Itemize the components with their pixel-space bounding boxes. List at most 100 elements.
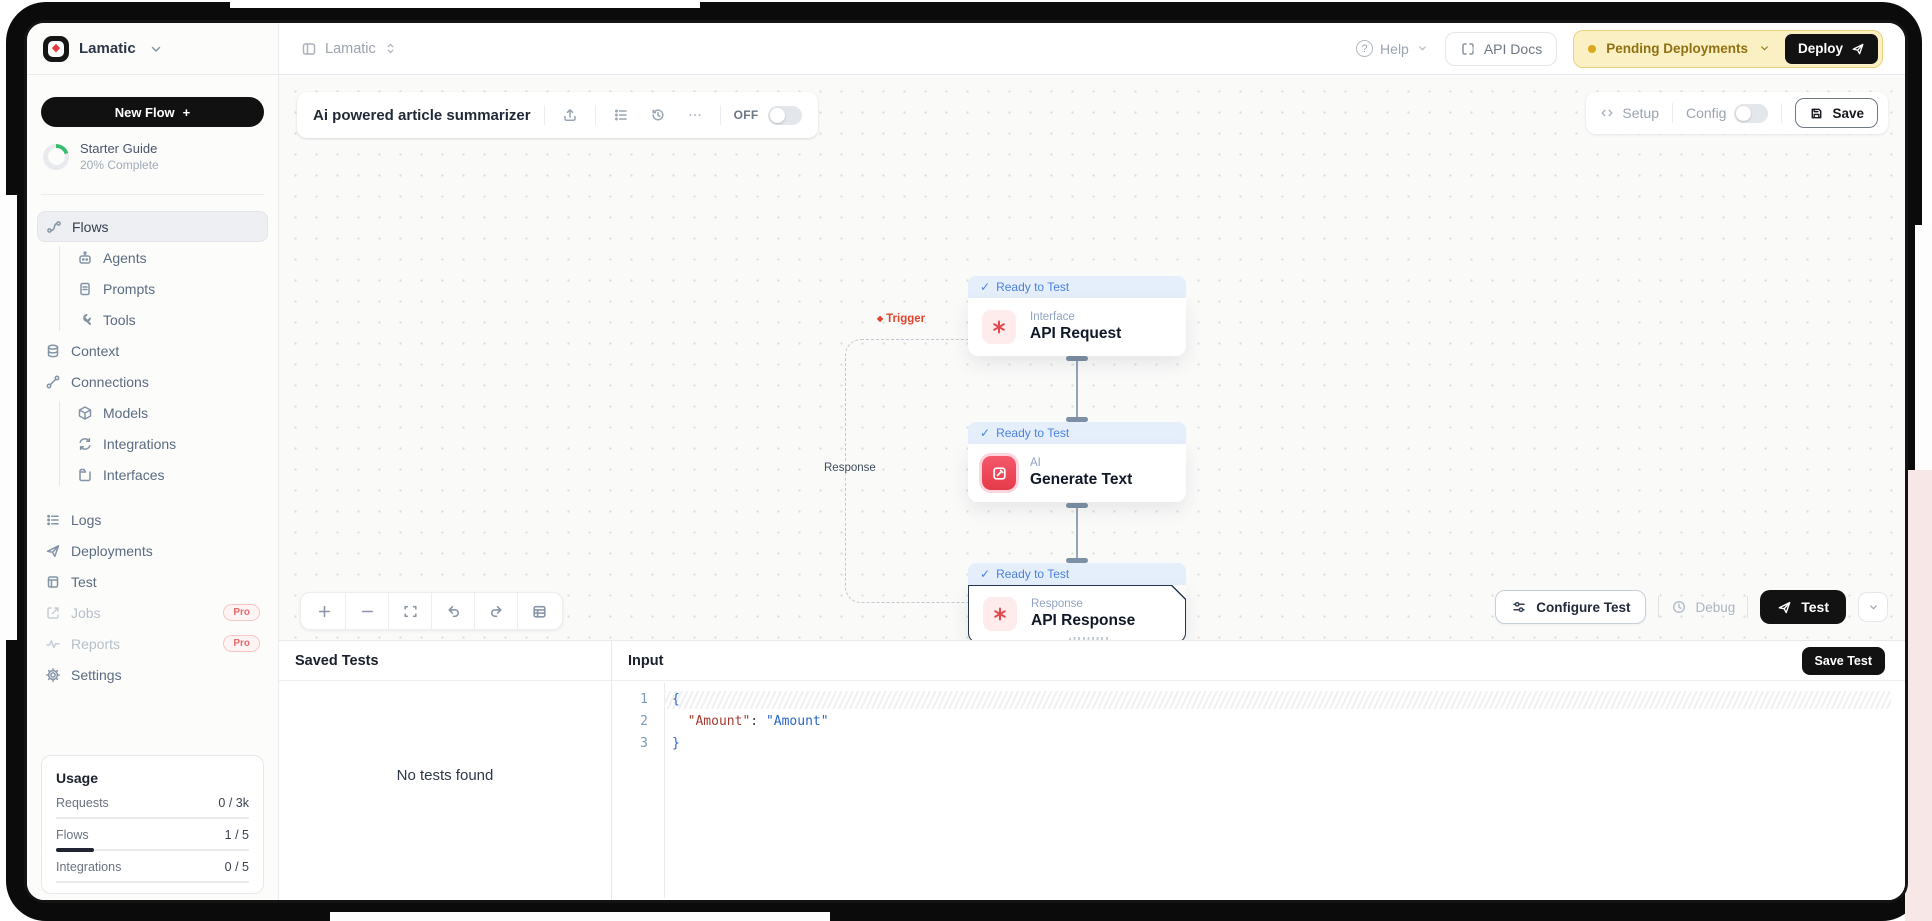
sidebar-item-jobs[interactable]: Jobs Pro bbox=[37, 597, 268, 628]
notes-button[interactable] bbox=[518, 593, 560, 629]
share-button[interactable] bbox=[558, 103, 582, 127]
flow-title: Ai powered article summarizer bbox=[313, 107, 531, 124]
sidebar-item-connections[interactable]: Connections bbox=[37, 366, 268, 397]
node-status-badge: ✓ Ready to Test bbox=[968, 276, 1186, 298]
node-category: Response bbox=[1031, 598, 1135, 610]
divider bbox=[41, 194, 264, 195]
starter-guide[interactable]: Starter Guide 20% Complete bbox=[43, 141, 262, 172]
more-options-button[interactable] bbox=[683, 103, 707, 127]
fit-view-button[interactable] bbox=[389, 593, 431, 629]
usage-label: Integrations bbox=[56, 860, 121, 874]
undo-button[interactable] bbox=[432, 593, 474, 629]
usage-row-flows: Flows 1 / 5 bbox=[56, 828, 249, 851]
interface-icon bbox=[77, 467, 93, 483]
wrench-icon bbox=[77, 312, 93, 328]
sliders-icon bbox=[1511, 599, 1527, 615]
list-view-button[interactable] bbox=[609, 103, 633, 127]
sync-icon bbox=[77, 436, 93, 452]
config-label: Config bbox=[1686, 105, 1726, 121]
sidebar-item-tools[interactable]: Tools bbox=[69, 304, 268, 335]
debug-label: Debug bbox=[1695, 600, 1735, 615]
deploy-button[interactable]: Deploy bbox=[1785, 34, 1878, 64]
sidebar-item-label: Deployments bbox=[71, 543, 153, 559]
config-toggle[interactable] bbox=[1734, 104, 1768, 123]
pending-deployments-pill[interactable]: Pending Deployments Deploy bbox=[1573, 30, 1883, 68]
sidebar-item-label: Tools bbox=[103, 312, 136, 328]
sidebar-nav: Flows Agents Prompts Tools bbox=[27, 211, 278, 690]
sidebar-item-context[interactable]: Context bbox=[37, 335, 268, 366]
sidebar-item-test[interactable]: Test bbox=[37, 566, 268, 597]
code-token-key: "Amount" bbox=[688, 714, 751, 729]
node-api-request[interactable]: ✓ Ready to Test Interface API Request bbox=[968, 276, 1186, 356]
response-edge-label: Response bbox=[819, 461, 881, 475]
ellipsis-icon bbox=[687, 107, 703, 123]
save-button[interactable]: Save bbox=[1795, 98, 1878, 128]
sidebar-item-agents[interactable]: Agents bbox=[69, 242, 268, 273]
configure-test-button[interactable]: Configure Test bbox=[1495, 590, 1646, 624]
node-status-badge: ✓ Ready to Test bbox=[968, 422, 1186, 444]
zoom-out-button[interactable] bbox=[346, 593, 388, 629]
node-card[interactable]: Response API Response bbox=[968, 585, 1186, 640]
save-test-button[interactable]: Save Test bbox=[1802, 647, 1885, 675]
setup-button[interactable]: Setup bbox=[1600, 105, 1659, 121]
code-icon bbox=[1600, 106, 1614, 120]
check-icon: ✓ bbox=[980, 567, 990, 581]
sidebar-item-prompts[interactable]: Prompts bbox=[69, 273, 268, 304]
flow-enabled-toggle[interactable] bbox=[768, 106, 802, 125]
sidebar-item-deployments[interactable]: Deployments bbox=[37, 535, 268, 566]
main-area: Lamatic ? Help API Docs Pendi bbox=[279, 23, 1905, 900]
zoom-in-button[interactable] bbox=[303, 593, 345, 629]
usage-fill bbox=[56, 848, 94, 852]
panel-resize-handle[interactable] bbox=[1069, 637, 1111, 640]
topbar: Lamatic ? Help API Docs Pendi bbox=[279, 23, 1905, 75]
diamond-icon: ◆ bbox=[877, 315, 883, 323]
line-number: 3 bbox=[612, 735, 664, 753]
sidebar-item-integrations[interactable]: Integrations bbox=[69, 428, 268, 459]
corner-fold bbox=[1171, 585, 1186, 600]
sidebar-item-flows[interactable]: Flows bbox=[37, 211, 268, 242]
sidebar-item-interfaces[interactable]: Interfaces bbox=[69, 459, 268, 490]
workspace-switcher[interactable]: ◆ Lamatic bbox=[27, 23, 278, 75]
usage-value: 1 / 5 bbox=[225, 828, 249, 842]
api-docs-button[interactable]: API Docs bbox=[1445, 32, 1557, 66]
test-options-button[interactable] bbox=[1858, 592, 1888, 622]
sidebar-item-models[interactable]: Models bbox=[69, 397, 268, 428]
code-line[interactable]: 1 { bbox=[612, 691, 1905, 709]
node-card[interactable]: Interface API Request bbox=[968, 298, 1186, 356]
usage-panel: Usage Requests 0 / 3k Flows 1 / 5 bbox=[41, 755, 264, 894]
project-name: Lamatic bbox=[325, 41, 376, 57]
history-button[interactable] bbox=[646, 103, 670, 127]
sidebar-item-label: Flows bbox=[72, 219, 109, 235]
setup-label: Setup bbox=[1622, 105, 1659, 121]
check-icon: ✓ bbox=[980, 280, 990, 294]
node-api-response[interactable]: ✓ Ready to Test Response API Response bbox=[968, 563, 1186, 640]
sidebar-item-settings[interactable]: Settings bbox=[37, 659, 268, 690]
page-edge bbox=[0, 195, 17, 640]
project-selector[interactable]: Lamatic bbox=[301, 41, 397, 57]
sidebar-item-reports[interactable]: Reports Pro bbox=[37, 628, 268, 659]
debug-button[interactable]: Debug bbox=[1671, 599, 1735, 615]
flow-canvas[interactable]: Ai powered article summarizer bbox=[279, 75, 1905, 640]
new-flow-button[interactable]: New Flow + bbox=[41, 97, 264, 127]
sidebar-item-label: Agents bbox=[103, 250, 147, 266]
redo-button[interactable] bbox=[475, 593, 517, 629]
workspace-name: Lamatic bbox=[79, 40, 136, 57]
sidebar-item-label: Interfaces bbox=[103, 467, 164, 483]
node-card[interactable]: AI Generate Text bbox=[968, 444, 1186, 502]
help-menu[interactable]: ? Help bbox=[1356, 40, 1429, 57]
json-editor[interactable]: 1 { 2 "Amount": "Amount" 3 } bbox=[612, 681, 1905, 900]
test-button[interactable]: Test bbox=[1760, 590, 1846, 624]
send-icon bbox=[1777, 600, 1792, 615]
code-line[interactable]: 2 "Amount": "Amount" bbox=[612, 713, 1905, 731]
sidebar-item-label: Jobs bbox=[71, 605, 101, 621]
usage-row-requests: Requests 0 / 3k bbox=[56, 796, 249, 819]
sidebar-item-label: Reports bbox=[71, 636, 120, 652]
test-doc-icon bbox=[45, 574, 61, 590]
config-toggle-group[interactable]: Config bbox=[1686, 104, 1768, 123]
paper-plane-icon bbox=[45, 543, 61, 559]
usage-row-integrations: Integrations 0 / 5 bbox=[56, 860, 249, 883]
usage-bar bbox=[56, 881, 249, 883]
sidebar-item-logs[interactable]: Logs bbox=[37, 504, 268, 535]
node-generate-text[interactable]: ✓ Ready to Test AI Generate Text bbox=[968, 422, 1186, 502]
code-line[interactable]: 3 } bbox=[612, 735, 1905, 753]
